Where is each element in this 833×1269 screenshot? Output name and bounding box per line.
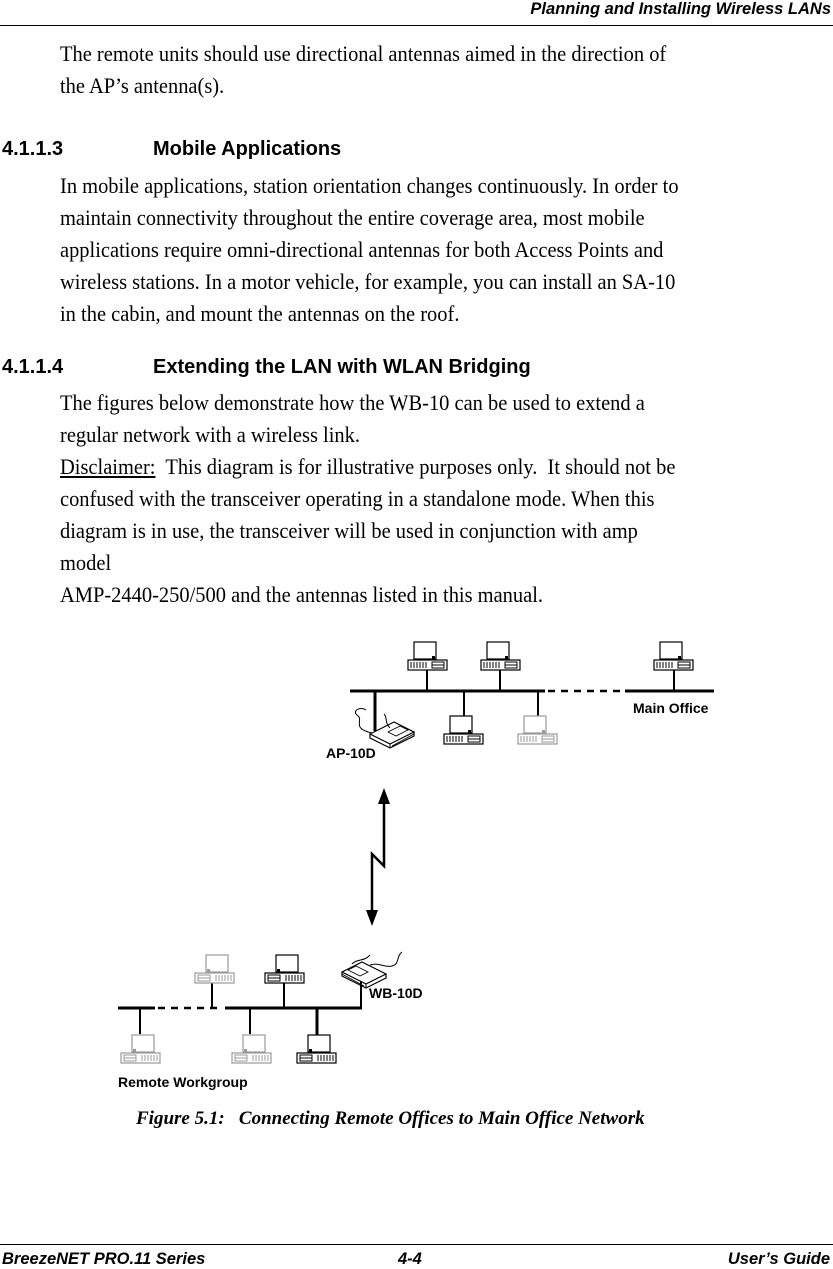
header-rule: [0, 25, 833, 26]
computer-icon: [407, 641, 448, 671]
text-line: in the cabin, and mount the antennas on …: [60, 301, 460, 326]
text-line: maintain connectivity throughout the ent…: [60, 205, 645, 230]
bridge-label: WB-10D: [369, 985, 423, 1001]
computer-icon: [480, 641, 521, 671]
running-header: Planning and Installing Wireless LANs: [530, 0, 831, 18]
text-line: In mobile applications, station orientat…: [60, 173, 679, 198]
computer-icon-faded: [231, 1034, 272, 1064]
mobile-applications-paragraph: In mobile applications, station orientat…: [60, 170, 776, 330]
access-point-label: AP-10D: [326, 745, 376, 761]
figure-caption: Figure 5.1: Connecting Remote Offices to…: [136, 1108, 645, 1129]
access-point-icon: [369, 721, 415, 749]
footer-guide: User’s Guide: [727, 1250, 830, 1268]
text-line: wireless stations. In a motor vehicle, f…: [60, 269, 676, 294]
network-diagram: AP-10D Main Office WB-10D Remote Workgro…: [118, 641, 714, 1090]
wlan-bridging-paragraph: The figures below demonstrate how the WB…: [60, 387, 776, 451]
text-line: diagram is in use, the transceiver will …: [60, 518, 638, 543]
computer-icon-faded: [517, 715, 558, 745]
antenna-cable-icon: [354, 708, 373, 734]
main-office-label: Main Office: [633, 700, 709, 716]
section-heading-wlan-bridging: 4.1.1.4 Extending the LAN with WLAN Bridg…: [2, 356, 531, 379]
section-number: 4.1.1.4: [2, 356, 64, 378]
footer-page-number: 4-4: [398, 1250, 422, 1268]
computer-icon: [264, 954, 305, 984]
text-line: The remote units should use directional …: [60, 41, 667, 66]
text-line: Disclaimer: This diagram is for illustra…: [60, 451, 776, 483]
antenna-cable-icon: [369, 951, 403, 967]
section-number: 4.1.1.3: [2, 138, 64, 160]
text-span: This diagram is for illustrative purpose…: [155, 454, 676, 479]
computer-icon: [443, 715, 484, 745]
text-line: applications require omni-directional an…: [60, 237, 664, 262]
computer-icon: [296, 1034, 337, 1064]
main-office-lan: AP-10D Main Office: [326, 641, 714, 761]
text-line: confused with the transceiver operating …: [60, 486, 655, 511]
text-line: the AP’s antenna(s).: [60, 73, 225, 98]
remote-workgroup-label: Remote Workgroup: [118, 1074, 248, 1090]
computer-icon-faded: [194, 954, 235, 984]
intro-paragraph: The remote units should use directional …: [60, 38, 776, 102]
section-title: Extending the LAN with WLAN Bridging: [153, 356, 531, 378]
footer-product: BreezeNET PRO.11 Series: [2, 1250, 206, 1268]
wireless-link-icon: [366, 788, 390, 926]
footer-rule: [0, 1244, 833, 1245]
text-line: The figures below demonstrate how the WB…: [60, 390, 645, 415]
section-title: Mobile Applications: [153, 138, 342, 160]
computer-icon-faded: [120, 1034, 161, 1064]
text-line: model: [60, 550, 112, 575]
disclaimer-paragraph: Disclaimer: This diagram is for illustra…: [60, 451, 776, 611]
disclaimer-label: Disclaimer:: [60, 454, 156, 479]
computer-icon: [653, 641, 694, 671]
remote-workgroup-lan: WB-10D Remote Workgroup: [118, 951, 423, 1090]
section-heading-mobile-applications: 4.1.1.3 Mobile Applications: [2, 138, 341, 161]
text-line: regular network with a wireless link.: [60, 422, 360, 447]
